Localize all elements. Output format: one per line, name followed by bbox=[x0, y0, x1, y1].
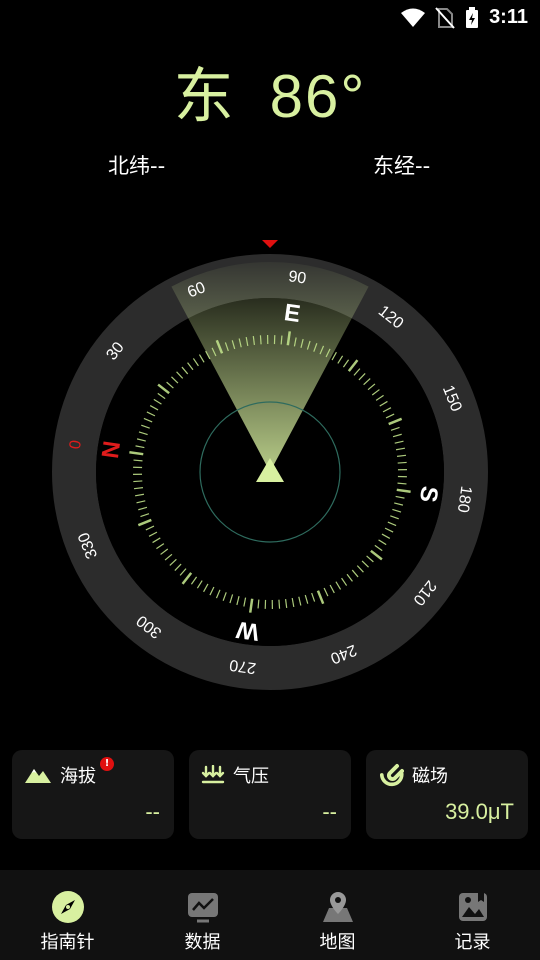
no-sim-icon bbox=[435, 6, 455, 29]
altitude-value: -- bbox=[145, 799, 160, 824]
cardinal-west: W bbox=[234, 615, 261, 645]
compass-widget[interactable]: 0 30 60 90 120 150 180 210 240 270 300 330 N E S W bbox=[0, 232, 540, 702]
dial-tick bbox=[397, 482, 407, 485]
magnet-icon bbox=[379, 764, 404, 787]
dial-tick bbox=[133, 459, 143, 462]
dial-tick bbox=[133, 480, 143, 483]
longitude-label: 东经-- bbox=[373, 154, 431, 178]
dial-tick bbox=[397, 461, 407, 464]
heading-degrees: 86° bbox=[269, 63, 367, 130]
nav-label: 地图 bbox=[319, 932, 356, 953]
nav-item-map[interactable]: 地图 bbox=[270, 870, 405, 960]
compass-dial: 0306090120150180210240270300330NESW bbox=[52, 240, 488, 690]
map-pin-icon bbox=[321, 890, 355, 924]
nav-item-records[interactable]: 记录 bbox=[405, 870, 540, 960]
nav-item-data[interactable]: 数据 bbox=[135, 870, 270, 960]
pressure-value: -- bbox=[322, 799, 337, 824]
bottom-nav: 指南针 数据 地图 记录 bbox=[0, 870, 540, 960]
magnetic-label: 磁场 bbox=[412, 766, 448, 787]
cardinal-north: N bbox=[97, 439, 126, 460]
mountain-icon bbox=[25, 769, 51, 783]
latitude-label: 北纬-- bbox=[108, 154, 166, 178]
chart-icon bbox=[186, 890, 220, 924]
dial-tick bbox=[278, 599, 281, 609]
heading-pointer-icon bbox=[262, 240, 278, 248]
heading-readout: 东 86° bbox=[0, 48, 540, 135]
nav-label: 数据 bbox=[184, 932, 221, 953]
dial-tick bbox=[280, 335, 283, 345]
pressure-label: 气压 bbox=[233, 766, 269, 787]
compass-icon bbox=[51, 890, 85, 924]
altitude-card[interactable]: 海拔 ! -- bbox=[12, 750, 174, 839]
wifi-icon bbox=[401, 8, 426, 27]
status-icons: 3:11 bbox=[401, 6, 528, 29]
ring-label-90: 90 bbox=[287, 268, 307, 287]
magnetic-card[interactable]: 磁场 39.0μT bbox=[366, 750, 528, 839]
battery-charging-icon bbox=[466, 6, 479, 28]
dial-tick bbox=[259, 335, 262, 345]
altitude-label: 海拔 bbox=[60, 766, 96, 787]
pressure-card[interactable]: 气压 -- bbox=[189, 750, 351, 839]
image-record-icon bbox=[456, 890, 490, 924]
nav-item-compass[interactable]: 指南针 bbox=[0, 870, 135, 960]
pressure-icon bbox=[201, 765, 225, 784]
nav-label: 记录 bbox=[454, 932, 491, 953]
heading-direction: 东 bbox=[173, 63, 236, 130]
alert-badge: ! bbox=[100, 757, 114, 771]
magnetic-value: 39.0μT bbox=[445, 799, 514, 824]
dial-tick bbox=[257, 599, 260, 609]
status-bar: 3:11 bbox=[0, 0, 540, 36]
nav-label: 指南针 bbox=[40, 932, 95, 953]
status-time: 3:11 bbox=[489, 6, 528, 28]
